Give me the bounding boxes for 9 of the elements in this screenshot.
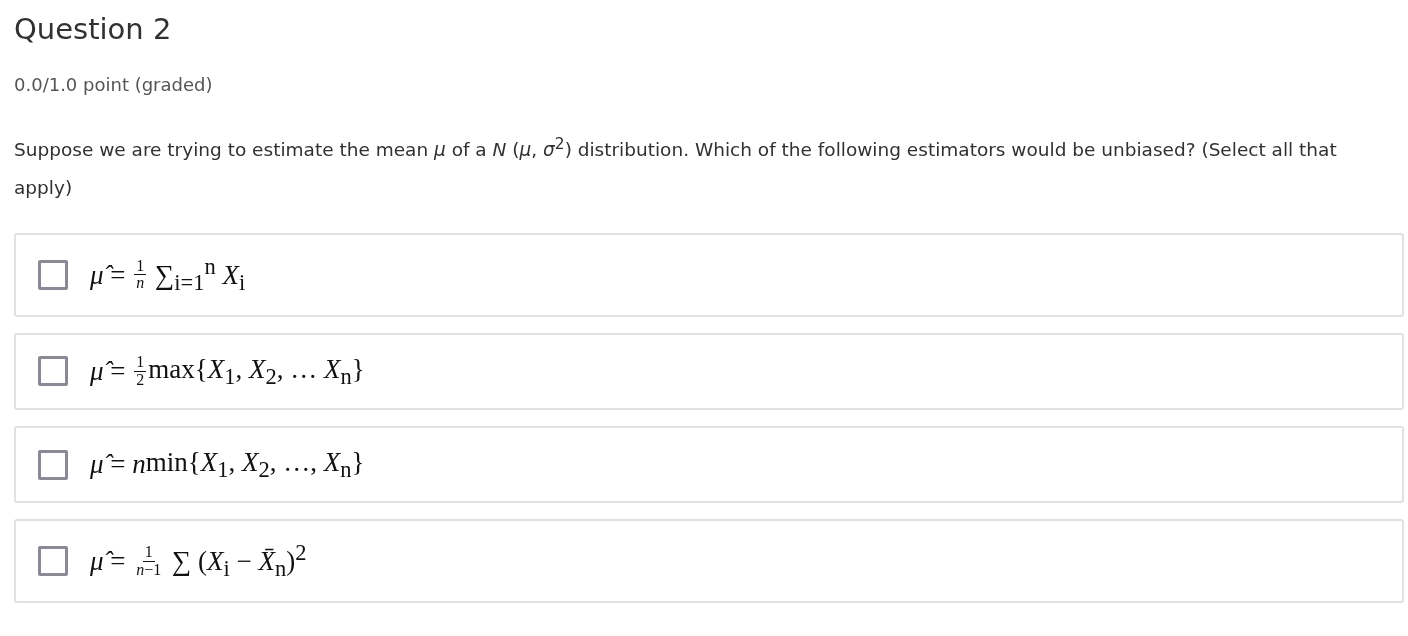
checkbox[interactable] xyxy=(38,356,68,387)
question-text: Suppose we are trying to estimate the mean μ of a N (μ, σ$^{2}$) distribution. Which of the following estimators would be unbiased? (Select all that apply) xyxy=(14,134,1338,201)
checkbox[interactable] xyxy=(38,546,68,576)
answer-formula: μ̂ = nmin{X$_{1}$, X$_{2}$, …, X$_{n}$} xyxy=(90,445,365,484)
question-title: Question 2 xyxy=(14,12,172,46)
checkbox[interactable] xyxy=(38,449,68,480)
checkbox[interactable] xyxy=(38,259,68,290)
answer-formula: μ̂ = 1 n−1 ∑ (X$_{i}$ − X̄$_{n}$)$^{2}$ xyxy=(90,539,307,583)
points-label: 0.0/1.0 point (graded) xyxy=(14,74,213,95)
